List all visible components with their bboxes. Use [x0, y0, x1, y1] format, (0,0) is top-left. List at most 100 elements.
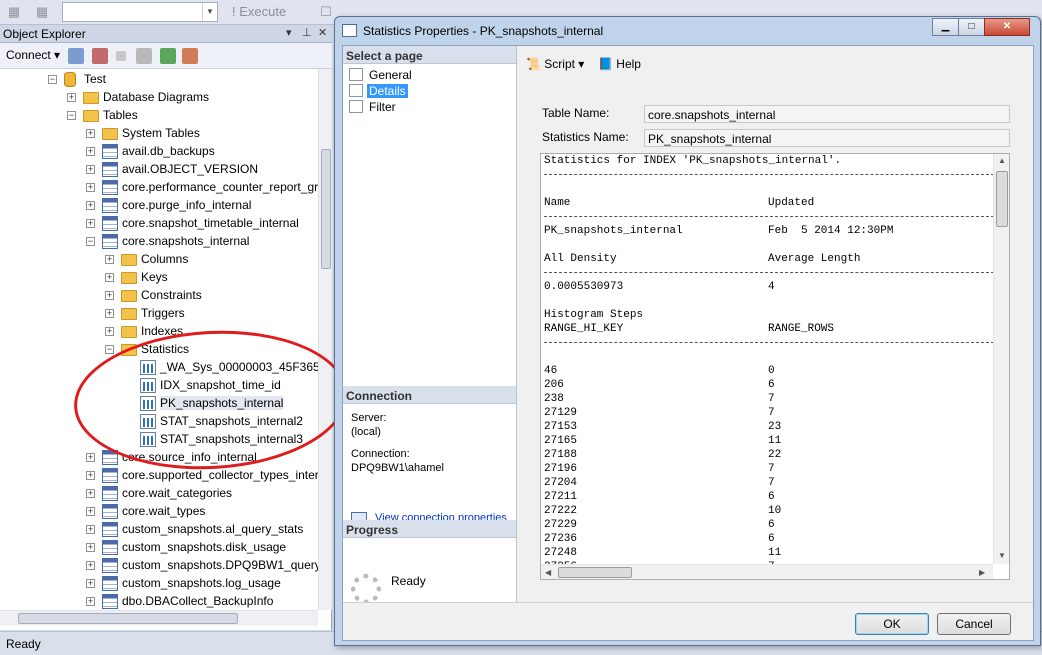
histogram-row: 27204 7	[544, 476, 994, 490]
statistics-properties-dialog: Statistics Properties - PK_snapshots_int…	[334, 16, 1041, 646]
table-icon	[102, 198, 118, 213]
tree-horizontal-scrollbar[interactable]	[0, 610, 318, 626]
tree-node-label: avail.OBJECT_VERSION	[122, 162, 259, 176]
expand-icon[interactable]: +	[86, 597, 95, 606]
filter-icon[interactable]	[136, 48, 152, 64]
script-button[interactable]: 📜 Script ▾	[526, 57, 584, 71]
folder-icon	[102, 128, 118, 140]
table-icon	[102, 180, 118, 195]
page-general-label: General	[369, 68, 412, 82]
summary-icon[interactable]	[182, 48, 198, 64]
expand-icon[interactable]: +	[86, 147, 95, 156]
range-rows-value: 7	[768, 477, 775, 489]
expand-icon[interactable]: +	[86, 471, 95, 480]
connect-label: Connect	[6, 48, 51, 62]
tree-node-label: Database Diagrams	[103, 90, 210, 104]
stats-header-text: Statistics for INDEX 'PK_snapshots_inter…	[544, 155, 842, 167]
collapse-icon[interactable]: −	[48, 75, 57, 84]
table-icon	[102, 162, 118, 177]
details-horizontal-scrollbar[interactable]: ◀ ▶	[541, 564, 993, 579]
expand-icon[interactable]: +	[86, 201, 95, 210]
dialog-title: Statistics Properties - PK_snapshots_int…	[363, 24, 604, 38]
table-icon	[102, 216, 118, 231]
scroll-up-icon[interactable]: ▲	[998, 156, 1006, 165]
expand-icon[interactable]: +	[105, 291, 114, 300]
folder-icon	[121, 272, 137, 284]
tree-node-label: core.wait_categories	[122, 486, 233, 500]
expand-icon[interactable]: +	[86, 165, 95, 174]
statistics-name-field[interactable]: PK_snapshots_internal	[644, 129, 1010, 147]
range-rows-value: 6	[768, 379, 775, 391]
connect-button[interactable]: Connect ▾	[6, 48, 60, 62]
execute-button[interactable]: ! Execute	[232, 4, 286, 19]
expand-icon[interactable]: +	[86, 453, 95, 462]
range-hi-key-value: 27229	[544, 519, 578, 531]
folder-icon	[83, 92, 99, 104]
expand-icon[interactable]: +	[86, 579, 95, 588]
pin-icon[interactable]: ⊥	[302, 26, 312, 39]
tree-vertical-scrollbar[interactable]	[318, 69, 332, 610]
tree-horizontal-thumb[interactable]	[18, 613, 238, 624]
collapse-icon[interactable]: −	[86, 237, 95, 246]
name-value: PK_snapshots_internal	[544, 225, 683, 237]
database-combo[interactable]: ▼	[62, 2, 218, 22]
help-button[interactable]: 📘 Help	[598, 57, 641, 71]
expand-icon[interactable]: +	[105, 255, 114, 264]
close-button[interactable]: ✕	[984, 18, 1030, 36]
expand-icon[interactable]: +	[86, 561, 95, 570]
col-range-rows: RANGE_ROWS	[768, 323, 835, 335]
collapse-icon[interactable]: −	[105, 345, 114, 354]
statistics-details-textbox[interactable]: Statistics for INDEX 'PK_snapshots_inter…	[540, 153, 1010, 580]
status-text: Ready	[6, 637, 41, 651]
disconnect-icon[interactable]	[92, 48, 108, 64]
toolbar-grid2-icon[interactable]: ▦	[34, 4, 50, 20]
table-icon	[102, 576, 118, 591]
server-label: Server:	[351, 412, 387, 424]
expand-icon[interactable]: +	[86, 507, 95, 516]
histogram-row: 27222 10	[544, 504, 994, 518]
scroll-left-icon[interactable]: ◀	[545, 568, 551, 577]
expand-icon[interactable]: +	[86, 525, 95, 534]
folder-icon	[83, 110, 99, 122]
tree-node-label: core.supported_collector_types_interr	[122, 468, 318, 482]
dropdown-icon[interactable]: ▾	[286, 26, 292, 39]
range-rows-value: 0	[768, 365, 775, 377]
dialog-titlebar[interactable]: Statistics Properties - PK_snapshots_int…	[335, 17, 1040, 45]
table-icon	[102, 594, 118, 609]
toolbar-format-icon[interactable]: ☐	[318, 4, 334, 20]
details-vertical-thumb[interactable]	[996, 171, 1008, 227]
range-rows-value: 6	[768, 491, 775, 503]
expand-icon[interactable]: +	[86, 543, 95, 552]
cancel-button[interactable]: Cancel	[937, 613, 1011, 635]
table-icon	[102, 468, 118, 483]
maximize-button[interactable]: □	[958, 18, 985, 36]
collapse-icon[interactable]: −	[67, 111, 76, 120]
expand-icon[interactable]: +	[67, 93, 76, 102]
expand-icon[interactable]: +	[105, 273, 114, 282]
refresh-icon[interactable]	[160, 48, 176, 64]
scroll-right-icon[interactable]: ▶	[979, 568, 985, 577]
close-icon[interactable]: ✕	[318, 26, 327, 39]
toolbar-grid-icon[interactable]: ▦	[6, 4, 22, 20]
table-name-field[interactable]: core.snapshots_internal	[644, 105, 1010, 123]
ok-button[interactable]: OK	[855, 613, 929, 635]
minimize-button[interactable]: ▁	[932, 18, 959, 36]
details-horizontal-thumb[interactable]	[558, 567, 632, 578]
expand-icon[interactable]: +	[105, 327, 114, 336]
connect-server-icon[interactable]	[68, 48, 84, 64]
stop-icon[interactable]	[116, 51, 126, 61]
tree-node-label: core.purge_info_internal	[122, 198, 252, 212]
expand-icon[interactable]: +	[86, 183, 95, 192]
details-vertical-scrollbar[interactable]: ▲ ▼	[993, 154, 1009, 564]
tree-vertical-thumb[interactable]	[321, 149, 331, 269]
tree-node-label: IDX_snapshot_time_id	[160, 378, 281, 392]
page-details-label: Details	[367, 84, 408, 98]
expand-icon[interactable]: +	[86, 129, 95, 138]
expand-icon[interactable]: +	[105, 309, 114, 318]
range-hi-key-value: 27211	[544, 491, 578, 503]
expand-icon[interactable]: +	[86, 489, 95, 498]
histogram-row: 27229 6	[544, 518, 994, 532]
expand-icon[interactable]: +	[86, 219, 95, 228]
scroll-down-icon[interactable]: ▼	[998, 551, 1006, 560]
connection-label: Connection:	[351, 448, 410, 460]
